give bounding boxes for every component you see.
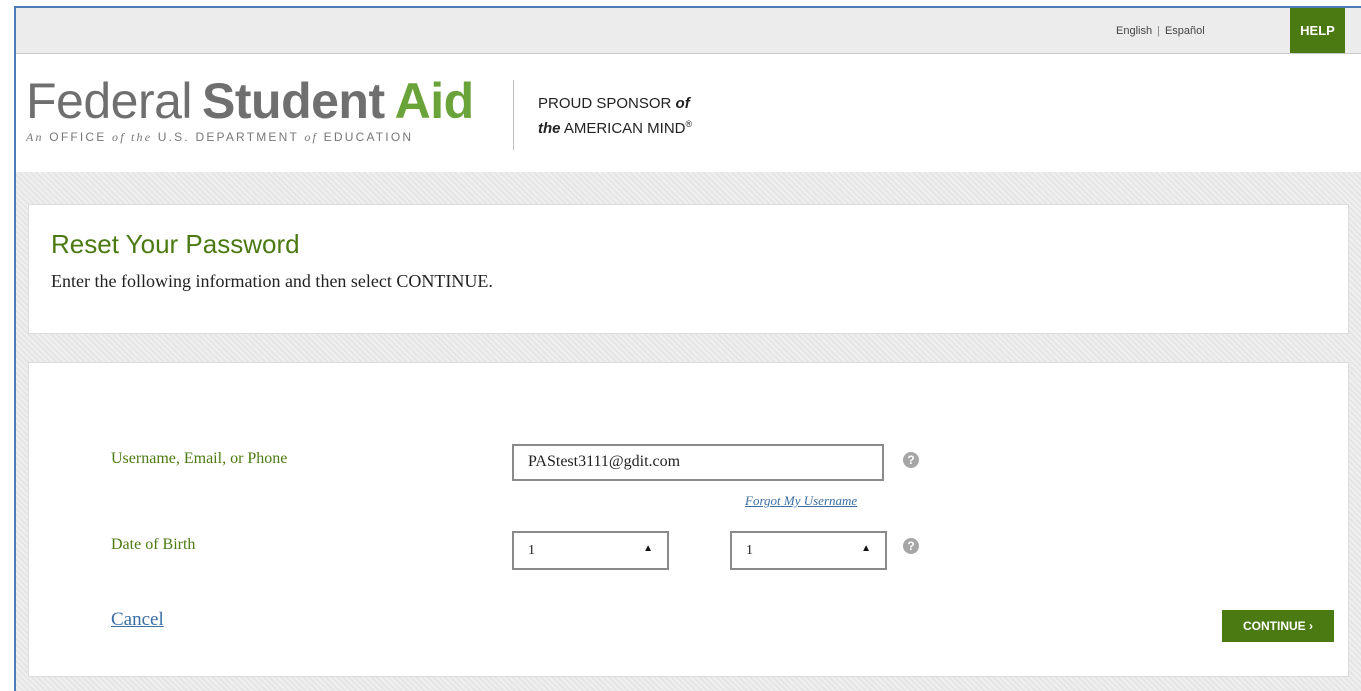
logo-sub-office: OFFICE <box>49 130 107 144</box>
logo-sub-education: EDUCATION <box>323 130 414 144</box>
forgot-username-link[interactable]: Forgot My Username <box>745 493 857 509</box>
dropdown-arrow-icon: ▲ <box>861 543 871 554</box>
username-help-icon[interactable]: ? <box>903 452 919 468</box>
dob-help-icon[interactable]: ? <box>903 538 919 554</box>
logo-wordmark: Federal Student Aid <box>26 76 474 126</box>
sponsor-line-1: PROUD SPONSOR of <box>538 94 692 114</box>
dob-month-select[interactable]: 1 ▲ <box>512 531 669 570</box>
federal-student-aid-logo[interactable]: Federal Student Aid An OFFICE of the U.S. … <box>26 76 474 145</box>
lang-espanol-link[interactable]: Español <box>1165 25 1205 37</box>
cancel-link[interactable]: Cancel <box>111 609 164 631</box>
logo-word-student: Student <box>202 73 385 129</box>
logo-sub-of-the: of the <box>112 130 153 144</box>
page-title: Reset Your Password <box>51 229 300 259</box>
dob-month-value: 1 <box>528 543 535 558</box>
sponsor-line-2: the AMERICAN MIND® <box>538 114 692 139</box>
username-input[interactable]: PAStest3111@gdit.com <box>512 444 884 481</box>
sponsor-of: of <box>675 95 690 112</box>
intro-panel: Reset Your Password Enter the following … <box>28 204 1349 334</box>
reset-form-panel: Username, Email, or Phone PAStest3111@gd… <box>28 362 1349 677</box>
instruction-text: Enter the following information and then… <box>51 271 493 291</box>
dropdown-arrow-icon: ▲ <box>643 543 653 554</box>
registered-mark: ® <box>685 119 693 129</box>
sponsor-the: the <box>538 120 561 137</box>
logo-sub-of: of <box>304 130 319 144</box>
dob-day-select[interactable]: 1 ▲ <box>730 531 887 570</box>
sponsor-tagline: PROUD SPONSOR of the AMERICAN MIND® <box>538 94 692 139</box>
sponsor-proud-sponsor: PROUD SPONSOR <box>538 95 672 112</box>
site-header: Federal Student Aid An OFFICE of the U.S. … <box>16 54 1361 172</box>
logo-subtitle: An OFFICE of the U.S. DEPARTMENT of EDUC… <box>26 130 474 145</box>
browser-viewport: English | Español HELP Federal Student Aid A… <box>14 6 1361 691</box>
username-label: Username, Email, or Phone <box>111 450 288 467</box>
logo-divider <box>513 80 514 150</box>
continue-button[interactable]: CONTINUE › <box>1222 610 1334 642</box>
help-button[interactable]: HELP <box>1290 8 1345 53</box>
dob-day-value: 1 <box>746 543 753 558</box>
logo-word-aid: Aid <box>394 73 475 129</box>
language-switcher: English | Español <box>1116 25 1205 37</box>
dob-label: Date of Birth <box>111 536 196 553</box>
utility-bar: English | Español HELP <box>16 8 1361 54</box>
lang-separator: | <box>1157 25 1160 37</box>
sponsor-american-mind: AMERICAN MIND <box>563 120 686 137</box>
lang-english-link[interactable]: English <box>1116 25 1152 37</box>
logo-sub-department: U.S. DEPARTMENT <box>157 130 299 144</box>
logo-word-federal: Federal <box>26 73 193 129</box>
logo-sub-an: An <box>26 130 44 144</box>
